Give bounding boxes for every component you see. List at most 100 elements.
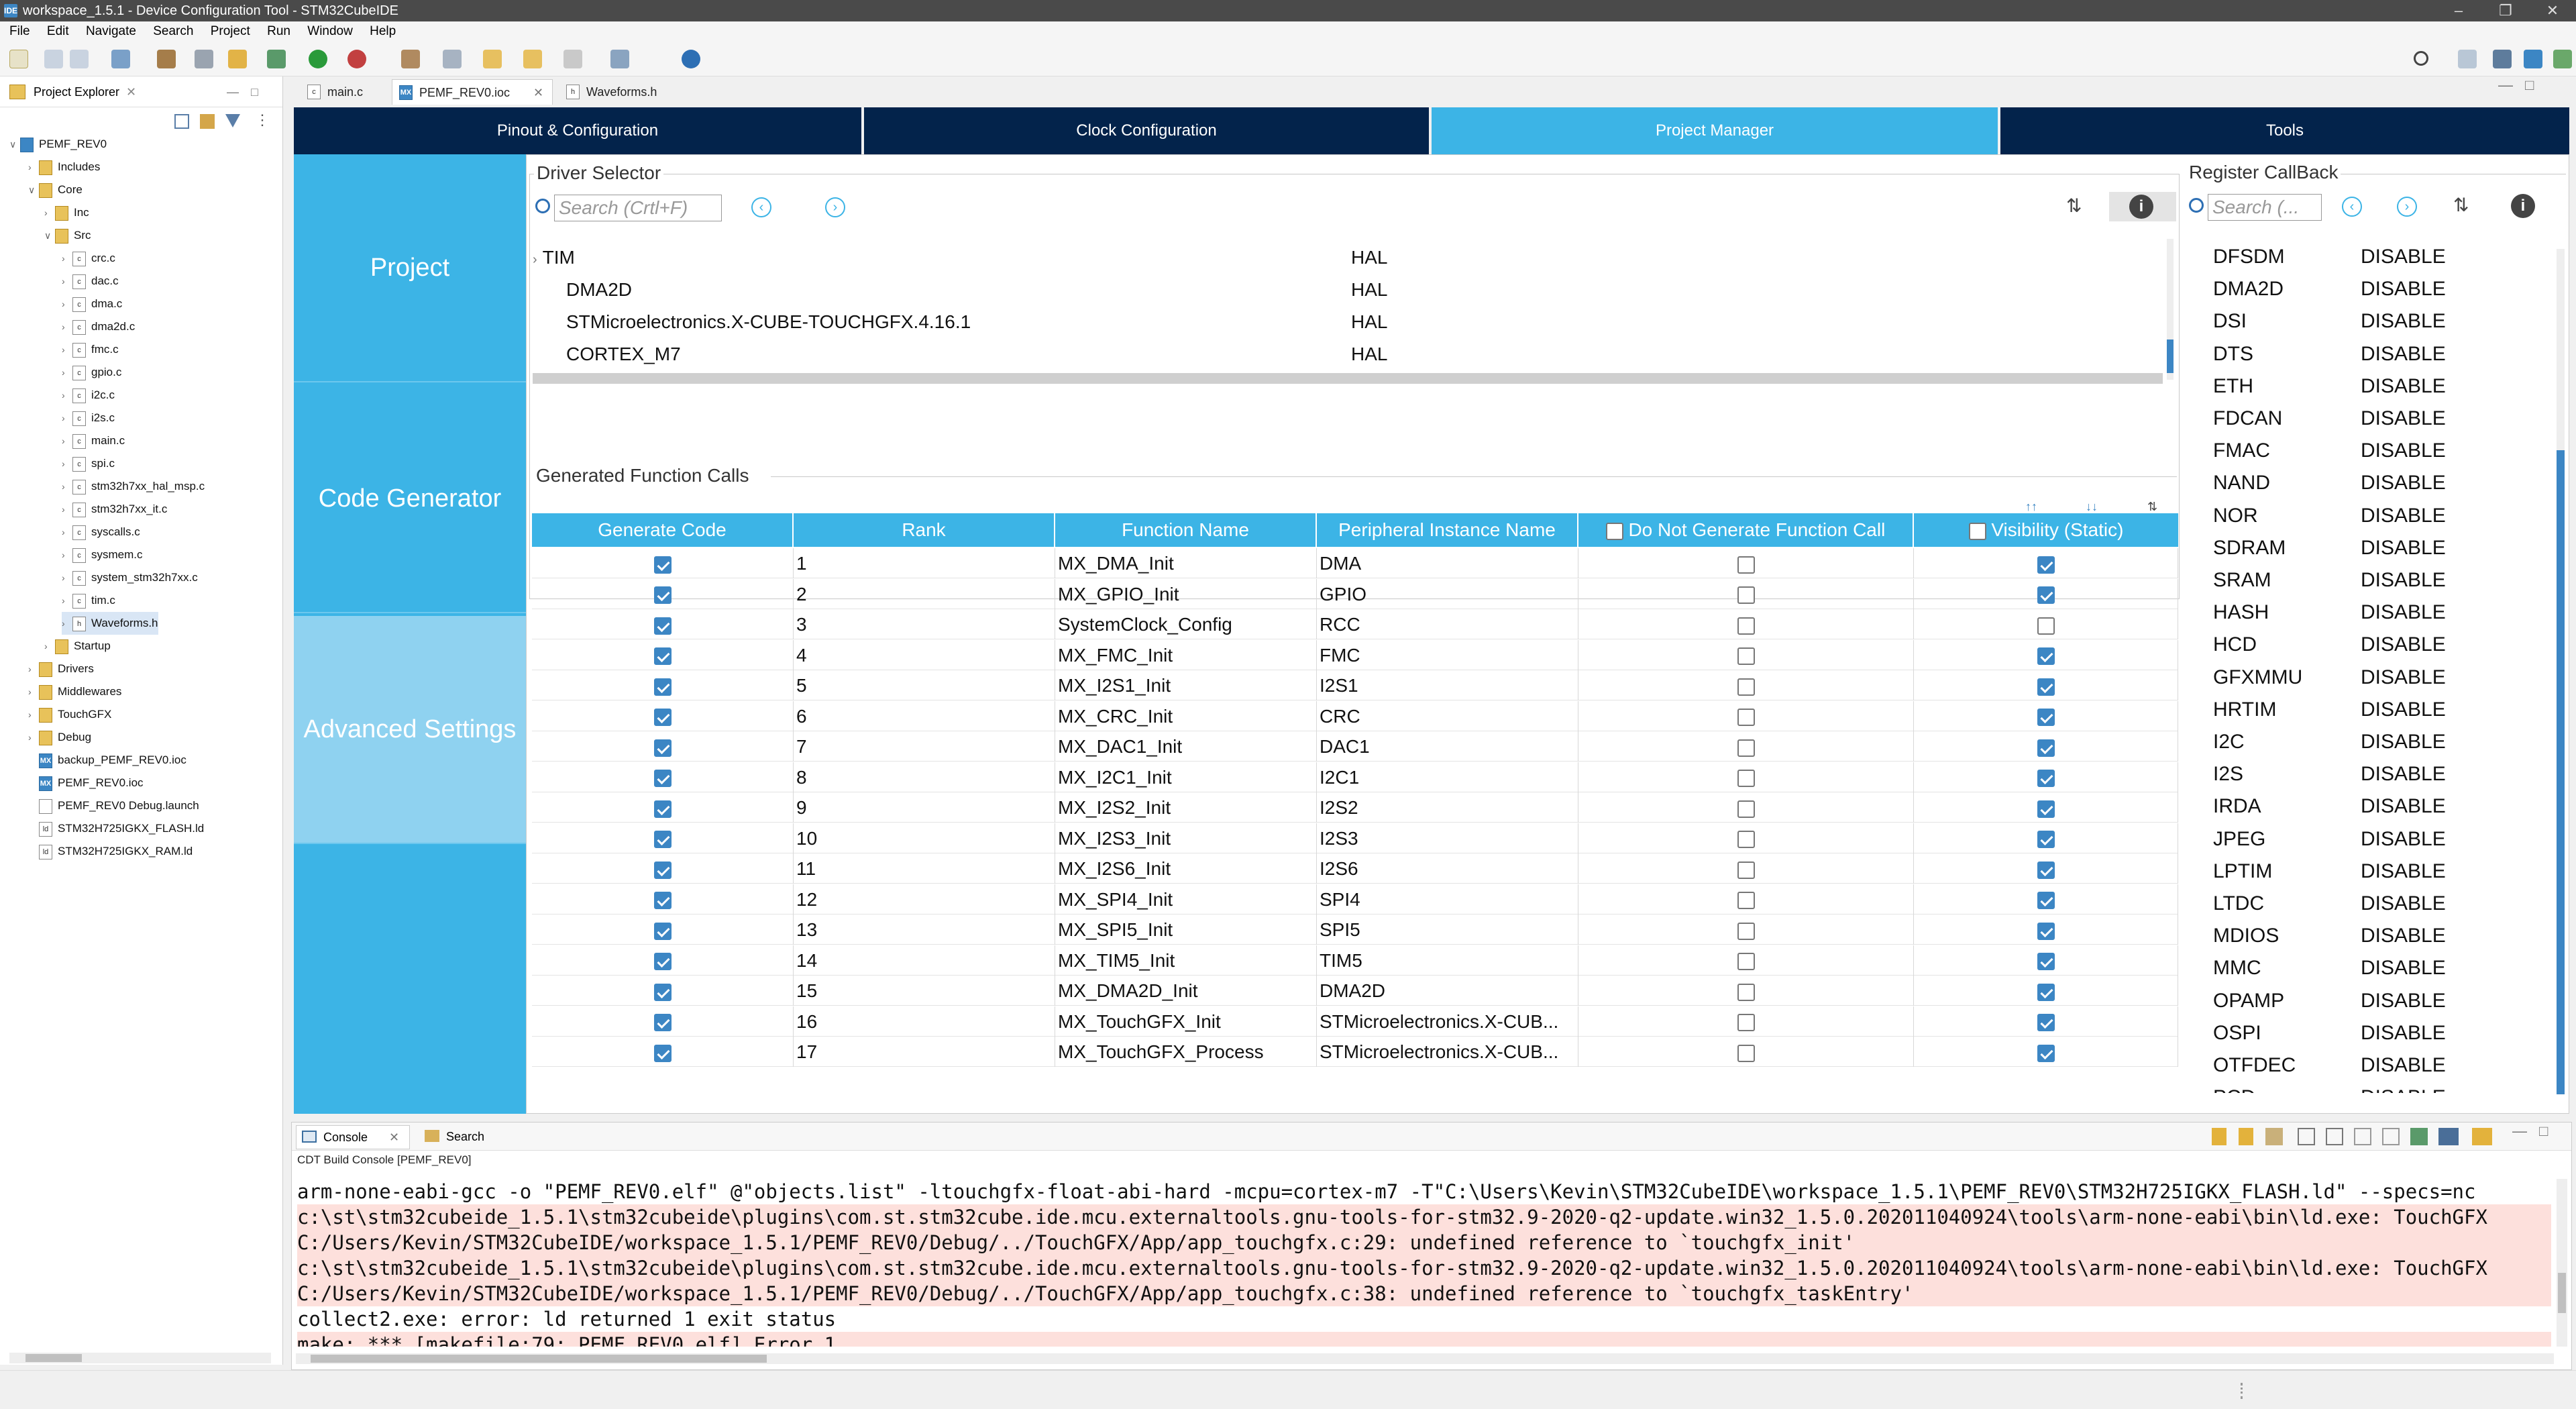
chevron-down-icon[interactable]: ∨ (9, 133, 20, 156)
callback-value[interactable]: DISABLE (2361, 662, 2446, 694)
callback-row[interactable]: ETH DISABLE (2213, 370, 2548, 403)
tree-file[interactable]: › c stm32h7xx_hal_msp.c (62, 475, 205, 498)
maximize-icon[interactable]: □ (251, 76, 258, 107)
tree-file[interactable]: › c tim.c (62, 589, 115, 612)
checkbox[interactable] (653, 556, 672, 574)
rank-cell[interactable]: 4 (794, 639, 1055, 670)
link-editor-icon[interactable] (200, 114, 215, 129)
callback-row[interactable]: HRTIM DISABLE (2213, 694, 2548, 726)
tree-file-selected[interactable]: › h Waveforms.h (62, 612, 158, 635)
show-console-icon[interactable] (2354, 1128, 2371, 1145)
table-row[interactable]: 14 MX_TIM5_Init TIM5 (532, 945, 2178, 976)
checkbox[interactable] (2037, 922, 2055, 940)
rank-cell[interactable]: 2 (794, 578, 1055, 609)
tab-ioc[interactable]: MX PEMF_REV0.ioc ✕ (392, 79, 553, 105)
checkbox[interactable] (653, 678, 672, 696)
tab-waveforms-h[interactable]: h Waveforms.h (559, 79, 687, 105)
new-console-icon[interactable] (2472, 1128, 2492, 1145)
tree-file[interactable]: › c system_stm32h7xx.c (62, 566, 198, 589)
scroll-thumb[interactable] (25, 1354, 82, 1362)
checkbox[interactable] (1737, 739, 1755, 757)
chevron-right-icon[interactable]: › (62, 452, 72, 475)
callback-search-input[interactable]: Search (... (2208, 194, 2322, 221)
callback-row[interactable]: OTFDEC DISABLE (2213, 1049, 2548, 1082)
chevron-down-icon[interactable]: ∨ (28, 178, 39, 201)
table-row[interactable]: 13 MX_SPI5_Init SPI5 (532, 915, 2178, 945)
tree-ram-ld[interactable]: ld STM32H725IGKX_RAM.ld (39, 840, 193, 863)
tree-flash-ld[interactable]: ld STM32H725IGKX_FLASH.ld (39, 817, 204, 840)
chevron-right-icon[interactable]: › (62, 384, 72, 407)
checkbox[interactable] (1737, 709, 1755, 727)
checkbox[interactable] (653, 831, 672, 849)
callback-row[interactable]: OPAMP DISABLE (2213, 985, 2548, 1017)
checkbox[interactable] (653, 983, 672, 1001)
driver-row[interactable]: CORTEX_M7 (566, 338, 681, 370)
callback-value[interactable]: DISABLE (2361, 596, 2446, 629)
tree-middlewares[interactable]: › Middlewares (28, 680, 121, 703)
checkbox[interactable] (2037, 831, 2055, 849)
checkbox[interactable] (2037, 739, 2055, 757)
remove-launch-icon[interactable] (2382, 1128, 2400, 1145)
chevron-right-icon[interactable]: › (62, 338, 72, 361)
callback-value[interactable]: DISABLE (2361, 920, 2446, 952)
callback-value[interactable]: DISABLE (2361, 823, 2446, 855)
minimize-icon[interactable]: – (2435, 0, 2482, 21)
rank-cell[interactable]: 11 (794, 853, 1055, 884)
scroll-thumb[interactable] (2167, 340, 2174, 373)
restore-icon[interactable]: ❐ (2482, 0, 2529, 21)
tree-file[interactable]: › c dma2d.c (62, 315, 135, 338)
forward-icon[interactable] (564, 50, 582, 68)
callback-value[interactable]: DISABLE (2361, 985, 2446, 1017)
checkbox[interactable] (1737, 586, 1755, 605)
table-row[interactable]: 2 MX_GPIO_Init GPIO (532, 578, 2178, 609)
chevron-right-icon[interactable]: › (62, 247, 72, 270)
rank-cell[interactable]: 8 (794, 762, 1055, 792)
save-all-icon[interactable] (70, 50, 89, 68)
checkbox[interactable] (653, 800, 672, 818)
pin-icon[interactable] (2239, 1128, 2253, 1145)
callback-value[interactable]: DISABLE (2361, 790, 2446, 823)
checkbox[interactable] (2037, 556, 2055, 574)
maximize-icon[interactable]: □ (2525, 76, 2534, 94)
menu-navigate[interactable]: Navigate (86, 24, 136, 38)
menu-project[interactable]: Project (211, 24, 250, 38)
perspective-icon[interactable] (2458, 50, 2477, 68)
callback-value[interactable]: DISABLE (2361, 532, 2446, 564)
callback-value[interactable]: DISABLE (2361, 1049, 2446, 1082)
tab-pinout[interactable]: Pinout & Configuration (294, 107, 861, 154)
tab-clock[interactable]: Clock Configuration (864, 107, 1429, 154)
save-icon[interactable] (44, 50, 63, 68)
callback-row[interactable]: MMC DISABLE (2213, 952, 2548, 984)
checkbox[interactable] (2037, 892, 2055, 910)
checkbox[interactable] (653, 922, 672, 940)
nav-project[interactable]: Project (294, 154, 526, 382)
callback-value[interactable]: DISABLE (2361, 629, 2446, 661)
scroll-thumb[interactable] (2557, 450, 2565, 1094)
previous-icon[interactable]: ‹ (751, 197, 771, 217)
rank-cell[interactable]: 15 (794, 976, 1055, 1006)
driver-value[interactable]: HAL (1351, 274, 1387, 306)
callback-vscrollbar[interactable] (2557, 249, 2565, 1094)
driver-hscrollbar[interactable] (533, 373, 2163, 384)
callback-row[interactable]: MDIOS DISABLE (2213, 920, 2548, 952)
tree-ioc[interactable]: MX PEMF_REV0.ioc (39, 772, 144, 794)
callback-value[interactable]: DISABLE (2361, 305, 2446, 337)
search-icon[interactable] (2414, 51, 2428, 66)
tree-inc[interactable]: › Inc (44, 201, 89, 224)
chevron-right-icon[interactable]: › (62, 566, 72, 589)
chevron-right-icon[interactable]: › (62, 270, 72, 293)
build-icon[interactable] (157, 50, 176, 68)
table-row[interactable]: 5 MX_I2S1_Init I2S1 (532, 670, 2178, 700)
debug-icon[interactable] (267, 50, 286, 68)
driver-search-input[interactable]: Search (Crtl+F) (554, 195, 722, 221)
chevron-right-icon[interactable]: › (533, 252, 537, 267)
checkbox[interactable] (2037, 709, 2055, 727)
back-icon[interactable] (483, 50, 502, 68)
rank-cell[interactable]: 3 (794, 609, 1055, 639)
callback-row[interactable]: NAND DISABLE (2213, 467, 2548, 499)
explorer-hscrollbar[interactable] (9, 1353, 271, 1363)
table-row[interactable]: 3 SystemClock_Config RCC (532, 609, 2178, 639)
scroll-thumb[interactable] (311, 1355, 767, 1363)
tree-startup[interactable]: › Startup (44, 635, 111, 658)
mx-perspective-icon[interactable] (2524, 50, 2542, 68)
